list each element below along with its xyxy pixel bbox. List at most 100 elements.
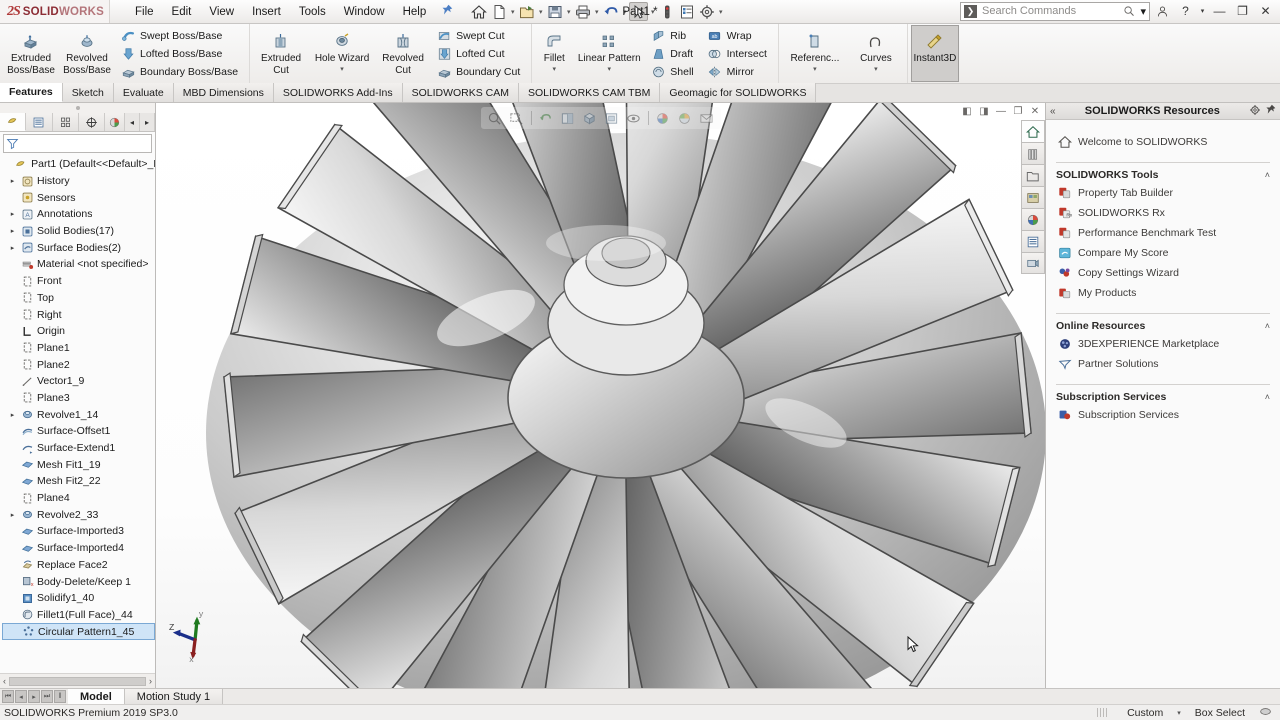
tree-item-material-not-specified[interactable]: Material <not specified> (2, 256, 155, 273)
search-commands-box[interactable]: ❯ Search Commands ▾ (960, 2, 1150, 21)
dimxpert-manager-tab[interactable] (79, 113, 105, 131)
zoom-to-area-icon[interactable] (507, 109, 527, 127)
view-palette-tab[interactable] (1021, 186, 1045, 208)
menu-item-edit[interactable]: Edit (163, 3, 201, 21)
reference-geometry-button[interactable]: Referenc... ▾ (782, 25, 848, 82)
tree-item-revolve2-33[interactable]: ▸Revolve2_33 (2, 506, 155, 523)
property-manager-tab[interactable] (26, 113, 52, 131)
search-input[interactable]: Search Commands (982, 5, 1118, 17)
tree-item-surface-bodies-2[interactable]: ▸Surface Bodies(2) (2, 239, 155, 256)
configuration-manager-tab[interactable] (53, 113, 79, 131)
subscription-services-link[interactable]: Subscription Services (1046, 405, 1280, 425)
expand-arrow-icon[interactable]: ▸ (8, 227, 17, 235)
close-button[interactable]: ✕ (1255, 1, 1276, 21)
tree-item-surface-extend1[interactable]: Surface-Extend1 (2, 440, 155, 457)
display-manager-tab[interactable] (105, 113, 125, 131)
tree-item-surface-imported4[interactable]: Surface-Imported4 (2, 540, 155, 557)
section-subscription-services[interactable]: Subscription Services ˄ (1056, 384, 1270, 403)
status-select-mode[interactable]: Box Select (1195, 707, 1245, 719)
expand-arrow-icon[interactable]: ▸ (8, 411, 17, 419)
menu-item-help[interactable]: Help (394, 3, 436, 21)
select-button[interactable] (629, 2, 648, 21)
tab-model[interactable]: Model (68, 689, 125, 704)
tab-sketch[interactable]: Sketch (63, 83, 114, 102)
welcome-to-solidworks-link[interactable]: Welcome to SOLIDWORKS (1046, 132, 1280, 152)
curves-dropdown[interactable]: ▾ (874, 66, 878, 74)
close-view-icon[interactable]: ✕ (1027, 104, 1043, 118)
property-tab-builder-link[interactable]: Property Tab Builder (1046, 183, 1280, 203)
file-properties-button[interactable] (677, 2, 696, 21)
select-dropdown[interactable]: ▾ (649, 8, 656, 16)
menu-item-window[interactable]: Window (335, 3, 394, 21)
linear-pattern-button[interactable]: Linear Pattern ▾ (573, 25, 645, 82)
extruded-boss-base-button[interactable]: Extruded Boss/Base (3, 25, 59, 82)
pushpin-icon[interactable] (1265, 104, 1276, 118)
section-solidworks-tools[interactable]: SOLIDWORKS Tools ˄ (1056, 162, 1270, 181)
tree-item-surface-offset1[interactable]: Surface-Offset1 (2, 423, 155, 440)
rib-button[interactable]: Rib (647, 27, 699, 44)
minimize-button[interactable]: — (1209, 1, 1230, 21)
tab-solidworks-add-ins[interactable]: SOLIDWORKS Add-Ins (274, 83, 403, 102)
3dexperience-marketplace-tab[interactable] (1021, 252, 1045, 274)
minimize-view-icon[interactable]: — (993, 104, 1009, 118)
edit-appearance-icon[interactable] (653, 109, 673, 127)
scroll-left-arrow[interactable]: ‹ (3, 676, 6, 686)
options-dropdown[interactable]: ▾ (717, 8, 724, 16)
help-dropdown[interactable]: ▾ (1198, 1, 1207, 21)
hide-show-items-icon[interactable] (624, 109, 644, 127)
curves-button[interactable]: Curves ▾ (848, 25, 904, 82)
search-scope-icon[interactable]: ❯ (964, 5, 977, 18)
save-dropdown[interactable]: ▾ (565, 8, 572, 16)
open-document-dropdown[interactable]: ▾ (537, 8, 544, 16)
partner-solutions-link[interactable]: Partner Solutions (1046, 354, 1280, 374)
menu-item-view[interactable]: View (200, 3, 243, 21)
tab-evaluate[interactable]: Evaluate (114, 83, 174, 102)
gear-icon[interactable] (697, 2, 716, 21)
tree-item-plane1[interactable]: Plane1 (2, 340, 155, 357)
status-units[interactable]: Custom (1127, 707, 1163, 719)
expand-arrow-icon[interactable]: ▸ (8, 511, 17, 519)
mirror-button[interactable]: Mirror (704, 63, 773, 80)
apply-scene-icon[interactable] (675, 109, 695, 127)
tab-scroll-right[interactable]: ▸ (140, 113, 155, 131)
reference-geometry-dropdown[interactable]: ▾ (813, 66, 817, 74)
nav-next-button[interactable]: ▸ (28, 690, 40, 703)
swept-boss-base-button[interactable]: Swept Boss/Base (117, 27, 244, 44)
graphics-viewport[interactable]: ◧ ◨ — ❐ ✕ y (156, 103, 1045, 688)
expand-arrow-icon[interactable]: ▸ (8, 244, 17, 252)
section-collapse-subscription[interactable]: ˄ (1265, 392, 1270, 402)
feature-tree-filter[interactable] (3, 134, 152, 153)
tab-features[interactable]: Features (0, 83, 63, 102)
section-online-resources[interactable]: Online Resources ˄ (1056, 313, 1270, 332)
expand-arrow-icon[interactable]: ▸ (8, 210, 17, 218)
user-account-icon[interactable] (1152, 1, 1173, 21)
view-settings-icon[interactable] (697, 109, 717, 127)
tree-item-circular-pattern1-45[interactable]: Circular Pattern1_45 (2, 623, 155, 640)
tree-item-sensors[interactable]: Sensors (2, 189, 155, 206)
save-button[interactable] (545, 2, 564, 21)
view-orientation-icon[interactable] (580, 109, 600, 127)
help-button[interactable]: ? (1175, 1, 1196, 21)
wrap-button[interactable]: ab Wrap (704, 27, 773, 44)
nav-last-button[interactable]: ⏭ (41, 690, 53, 703)
tab-motion-study-1[interactable]: Motion Study 1 (125, 689, 223, 704)
my-products-link[interactable]: My Products (1046, 283, 1280, 303)
tree-item-mesh-fit1-19[interactable]: Mesh Fit1_19 (2, 456, 155, 473)
home-button[interactable] (469, 2, 488, 21)
tab-mbd-dimensions[interactable]: MBD Dimensions (174, 83, 274, 102)
3dexperience-marketplace-link[interactable]: 3DEXPERIENCE Marketplace (1046, 334, 1280, 354)
tree-item-mesh-fit2-22[interactable]: Mesh Fit2_22 (2, 473, 155, 490)
print-dropdown[interactable]: ▾ (593, 8, 600, 16)
tree-item-history[interactable]: ▸History (2, 173, 155, 190)
solidworks-rx-link[interactable]: Rx SOLIDWORKS Rx (1046, 203, 1280, 223)
scroll-right-arrow[interactable]: › (149, 676, 152, 686)
nav-first-button[interactable]: ⏮ (2, 690, 14, 703)
solidworks-resources-tab[interactable] (1021, 120, 1045, 142)
tree-item-origin[interactable]: Origin (2, 323, 155, 340)
open-document-button[interactable] (517, 2, 536, 21)
box-select-icon[interactable] (1259, 706, 1272, 720)
file-explorer-tab[interactable] (1021, 164, 1045, 186)
feature-manager-tab[interactable] (0, 113, 26, 131)
linear-pattern-dropdown[interactable]: ▾ (608, 66, 612, 74)
tree-item-plane3[interactable]: Plane3 (2, 390, 155, 407)
